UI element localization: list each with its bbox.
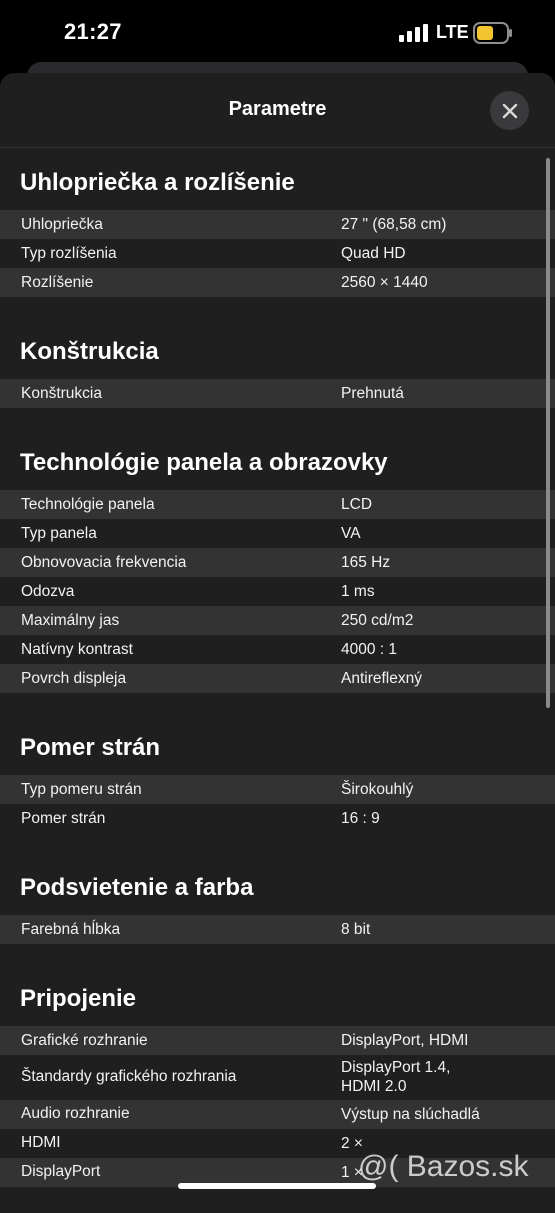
parameter-value: Prehnutá <box>341 384 404 402</box>
scrollbar[interactable] <box>546 158 550 708</box>
parameter-row: Rozlíšenie 2560 × 1440 <box>0 268 555 297</box>
section-title: Pripojenie <box>20 985 137 1012</box>
parameter-value: 8 bit <box>341 920 371 938</box>
parameter-value: 165 Hz <box>341 553 391 571</box>
section-title: Uhlopriečka a rozlíšenie <box>20 169 295 196</box>
parameter-value: 27 " (68,58 cm) <box>341 215 447 233</box>
parameter-value: LCD <box>341 495 373 513</box>
parameter-value: 4000 : 1 <box>341 640 398 658</box>
parameter-row: Povrch displeja Antireflexný <box>0 664 555 693</box>
parameter-row: Pomer strán 16 : 9 <box>0 804 555 833</box>
parameter-value: VA <box>341 524 361 542</box>
parameter-value: DisplayPort, HDMI <box>341 1031 469 1049</box>
section-title: Podsvietenie a farba <box>20 874 254 901</box>
parameter-value: Širokouhlý <box>341 780 414 798</box>
parameter-label: Štandardy grafického rozhrania <box>21 1068 237 1086</box>
parameter-row: Audio rozhranie Výstup na slúchadlá <box>0 1099 555 1129</box>
section-title: Konštrukcia <box>20 338 159 365</box>
parameters-sheet: Parametre Uhlopriečka a rozlíšenie Uhlopr… <box>0 73 555 1213</box>
parameter-row: Typ panela VA <box>0 519 555 548</box>
parameter-value: 2560 × 1440 <box>341 273 428 291</box>
close-button[interactable] <box>490 91 529 130</box>
section-title: Technológie panela a obrazovky <box>20 449 388 476</box>
parameter-label: Technológie panela <box>21 495 155 513</box>
parameter-value: 1 ms <box>341 582 375 600</box>
parameter-label: Povrch displeja <box>21 669 127 687</box>
parameter-value: 250 cd/m2 <box>341 611 414 629</box>
parameter-label: HDMI <box>21 1134 61 1152</box>
section-title: Pomer strán <box>20 734 161 761</box>
status-time: 21:27 <box>64 19 122 44</box>
parameter-label: Obnovovacia frekvencia <box>21 553 187 571</box>
close-icon <box>502 103 517 118</box>
parameter-value: DisplayPort 1.4, HDMI 2.0 <box>341 1059 451 1096</box>
parameter-row: Obnovovacia frekvencia 165 Hz <box>0 548 555 577</box>
parameter-label: Natívny kontrast <box>21 640 133 658</box>
parameter-row: Typ rozlíšenia Quad HD <box>0 239 555 268</box>
parameter-row: Štandardy grafického rozhrania DisplayPor… <box>0 1055 555 1100</box>
parameter-section: Pomer strán Typ pomeru strán Širokouhlý Pom… <box>0 723 555 833</box>
home-indicator[interactable] <box>178 1183 376 1189</box>
parameter-section: Podsvietenie a farba Farebná hĺbka 8 bit <box>0 863 555 944</box>
parameters-list[interactable]: Uhlopriečka a rozlíšenie Uhlopriečka 27 " … <box>0 148 555 1187</box>
parameter-label: DisplayPort <box>21 1163 101 1181</box>
parameter-label: Uhlopriečka <box>21 215 103 233</box>
parameter-label: Maximálny jas <box>21 611 120 629</box>
sheet-title: Parametre <box>228 98 327 120</box>
battery-icon <box>473 22 512 44</box>
parameter-section: Uhlopriečka a rozlíšenie Uhlopriečka 27 " … <box>0 158 555 297</box>
parameter-row: Odozva 1 ms <box>0 577 555 606</box>
parameter-row: Uhlopriečka 27 " (68,58 cm) <box>0 210 555 239</box>
parameter-label: Konštrukcia <box>21 384 102 402</box>
signal-icon <box>399 24 428 42</box>
parameter-row: Maximálny jas 250 cd/m2 <box>0 606 555 635</box>
sheet-header: Parametre <box>0 73 555 148</box>
parameter-value: Quad HD <box>341 244 406 262</box>
parameter-label: Grafické rozhranie <box>21 1031 148 1049</box>
parameter-label: Audio rozhranie <box>21 1105 130 1123</box>
parameter-section: Konštrukcia Konštrukcia Prehnutá <box>0 327 555 408</box>
watermark: @( Bazos.sk <box>358 1150 529 1183</box>
status-bar: 21:27 LTE <box>0 0 555 64</box>
parameter-row: Grafické rozhranie DisplayPort, HDMI <box>0 1026 555 1055</box>
parameter-row: Konštrukcia Prehnutá <box>0 379 555 408</box>
parameter-section: Technológie panela a obrazovky Technológi… <box>0 438 555 693</box>
parameter-row: Natívny kontrast 4000 : 1 <box>0 635 555 664</box>
network-type: LTE <box>436 22 469 42</box>
parameter-label: Farebná hĺbka <box>21 920 121 938</box>
parameter-label: Typ rozlíšenia <box>21 244 117 262</box>
parameter-label: Typ panela <box>21 524 97 542</box>
parameter-value: Antireflexný <box>341 669 422 687</box>
parameter-label: Odozva <box>21 582 75 600</box>
parameter-label: Pomer strán <box>21 809 106 827</box>
parameter-label: Typ pomeru strán <box>21 780 142 798</box>
parameter-value: Výstup na slúchadlá <box>341 1105 480 1123</box>
parameter-row: Technológie panela LCD <box>0 490 555 519</box>
parameter-label: Rozlíšenie <box>21 273 94 291</box>
parameter-row: Typ pomeru strán Širokouhlý <box>0 775 555 804</box>
parameter-row: Farebná hĺbka 8 bit <box>0 915 555 944</box>
parameter-value: 16 : 9 <box>341 809 380 827</box>
